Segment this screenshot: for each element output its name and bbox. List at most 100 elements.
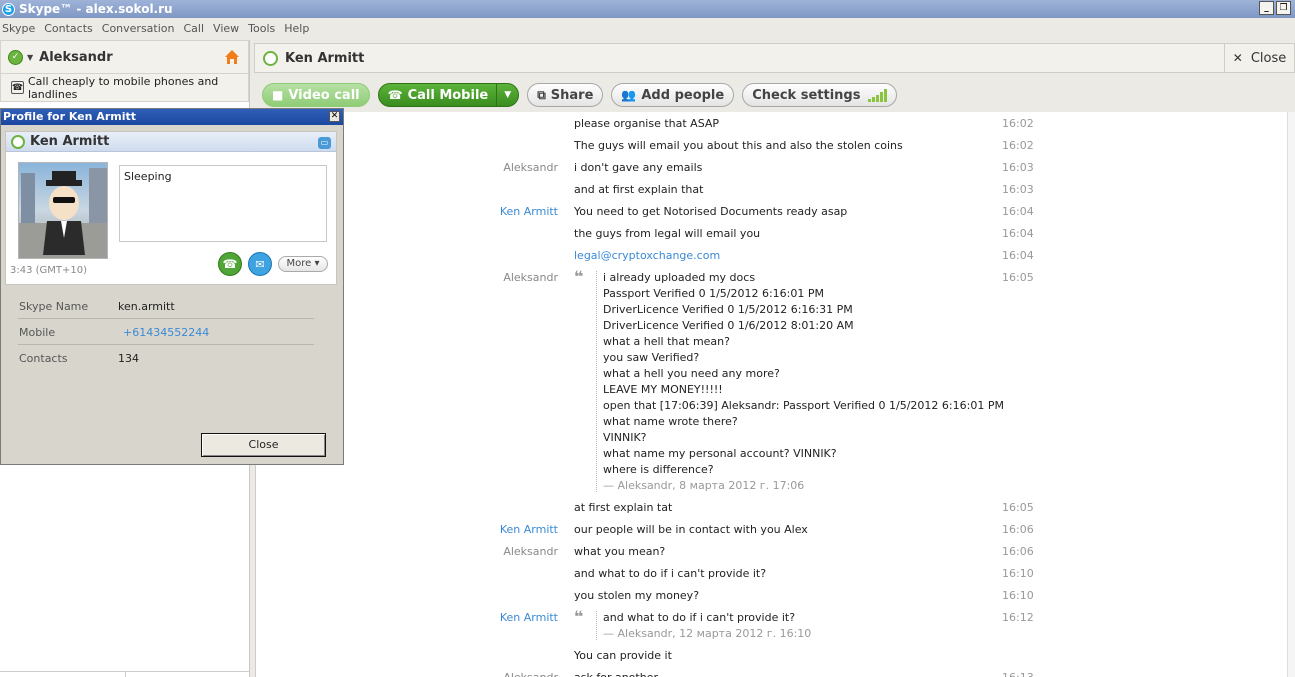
- mood-message: Sleeping: [119, 165, 327, 242]
- menu-bar: Skype Contacts Conversation Call View To…: [0, 18, 1295, 38]
- video-icon: ▭: [318, 137, 331, 149]
- quote-line: what a hell that mean?: [603, 335, 730, 348]
- message-timestamp: 16:06: [1002, 545, 1034, 558]
- message-timestamp: 16:10: [1002, 567, 1034, 580]
- chat-history[interactable]: please organise that ASAP 16:02 The guys w…: [255, 112, 1287, 677]
- message-timestamp: 16:13: [1002, 671, 1034, 677]
- chat-message: You can provide it: [256, 649, 1287, 671]
- online-status-icon[interactable]: ✓: [8, 49, 23, 65]
- skype-name-value: ken.armitt: [118, 300, 175, 313]
- quote-line: where is difference?: [603, 463, 714, 476]
- phone-icon: ☎: [387, 88, 403, 102]
- chat-message: Aleksandr what you mean? 16:06: [256, 545, 1287, 567]
- message-text: our people will be in contact with you A…: [574, 523, 808, 536]
- close-conversation-button[interactable]: ✕ Close: [1224, 43, 1294, 73]
- phone-icon: ☎: [11, 81, 24, 94]
- message-timestamp: 16:05: [1002, 271, 1034, 284]
- share-button[interactable]: ⧉ Share: [527, 83, 604, 107]
- window-title-bar: S Skype™ - alex.sokol.ru _ ❐: [0, 0, 1295, 18]
- profile-contact-name: Ken Armitt: [30, 134, 110, 149]
- skype-name-row: Skype Name ken.armitt: [18, 293, 314, 319]
- call-phones-link[interactable]: ☎ Call cheaply to mobile phones and land…: [0, 74, 249, 102]
- quote-line: DriverLicence Verified 0 1/6/2012 8:01:2…: [603, 319, 854, 332]
- quote-icon: ❝: [574, 267, 584, 286]
- chat-scrollbar[interactable]: [1287, 112, 1295, 677]
- message-sender[interactable]: Ken Armitt: [500, 205, 558, 218]
- share-icon: ⧉: [537, 87, 546, 102]
- contact-tabs-divider: [0, 671, 249, 677]
- contact-status-icon: [263, 50, 278, 66]
- message-text: i don't gave any emails: [574, 161, 703, 174]
- menu-view[interactable]: View: [213, 22, 239, 35]
- contacts-row: Contacts 134: [18, 345, 314, 371]
- quote-line: LEAVE MY MONEY!!!!!: [603, 383, 723, 396]
- mobile-number-link[interactable]: +61434552244: [123, 326, 209, 339]
- chat-button[interactable]: ✉: [248, 252, 272, 276]
- profile-window: Profile for Ken Armitt ✕ Ken Armitt ▭ Sl…: [0, 108, 344, 465]
- quote-line: and what to do if i can't provide it?: [603, 611, 796, 624]
- chat-message: you stolen my money? 16:10: [256, 589, 1287, 611]
- menu-skype[interactable]: Skype: [2, 22, 35, 35]
- message-sender[interactable]: Ken Armitt: [500, 523, 558, 536]
- message-timestamp: 16:04: [1002, 205, 1034, 218]
- chat-message: The guys will email you about this and a…: [256, 139, 1287, 161]
- email-link[interactable]: legal@cryptoxchange.com: [574, 249, 720, 262]
- menu-call[interactable]: Call: [184, 22, 205, 35]
- message-timestamp: 16:05: [1002, 501, 1034, 514]
- message-text: you stolen my money?: [574, 589, 700, 602]
- message-timestamp: 16:02: [1002, 139, 1034, 152]
- contact-status-icon: [11, 134, 25, 149]
- message-sender[interactable]: Aleksandr: [503, 545, 558, 558]
- quote-line: what name wrote there?: [603, 415, 738, 428]
- more-label: More: [286, 258, 312, 269]
- minimize-button[interactable]: _: [1259, 1, 1274, 15]
- menu-help[interactable]: Help: [284, 22, 309, 35]
- message-text: ask for another: [574, 671, 658, 677]
- home-icon[interactable]: [224, 49, 240, 65]
- promo-text: Call cheaply to mobile phones and landli…: [28, 74, 219, 101]
- chevron-down-icon[interactable]: ▼: [27, 53, 33, 62]
- quote-line: open that [17:06:39] Aleksandr: Passport…: [603, 399, 1004, 412]
- more-button[interactable]: More ▾: [278, 256, 328, 272]
- quote-line: VINNIK?: [603, 431, 647, 444]
- message-sender[interactable]: Aleksandr: [503, 271, 558, 284]
- message-timestamp: 16:04: [1002, 227, 1034, 240]
- call-button[interactable]: ☎: [218, 252, 242, 276]
- menu-contacts[interactable]: Contacts: [44, 22, 93, 35]
- video-call-button[interactable]: ■ Video call: [262, 83, 370, 107]
- message-text: The guys will email you about this and a…: [574, 139, 903, 152]
- chat-message: and at first explain that 16:03: [256, 183, 1287, 205]
- profile-close-button[interactable]: Close: [201, 433, 326, 457]
- video-call-label: Video call: [288, 87, 360, 103]
- message-text: at first explain tat: [574, 501, 673, 514]
- chat-message: at first explain tat 16:05: [256, 501, 1287, 523]
- call-mobile-button[interactable]: ☎ Call Mobile ▼: [377, 83, 520, 107]
- chevron-down-icon[interactable]: ▼: [496, 84, 518, 106]
- chat-message: the guys from legal will email you 16:04: [256, 227, 1287, 249]
- message-text: please organise that ASAP: [574, 117, 720, 130]
- message-timestamp: 16:03: [1002, 183, 1034, 196]
- message-text: the guys from legal will email you: [574, 227, 761, 240]
- menu-conversation[interactable]: Conversation: [102, 22, 175, 35]
- mobile-label: Mobile: [19, 326, 56, 339]
- profile-info: Skype Name ken.armitt Mobile +6143455224…: [18, 293, 314, 371]
- user-status-row[interactable]: ✓ ▼ Aleksandr: [0, 40, 249, 74]
- quote-icon: ❝: [574, 607, 584, 626]
- video-camera-icon: ■: [272, 88, 284, 102]
- menu-tools[interactable]: Tools: [248, 22, 275, 35]
- message-text: and at first explain that: [574, 183, 704, 196]
- chat-message: Ken Armitt You need to get Notorised Docu…: [256, 205, 1287, 227]
- close-icon[interactable]: ✕: [329, 111, 340, 122]
- message-timestamp: 16:02: [1002, 117, 1034, 130]
- message-timestamp: 16:10: [1002, 589, 1034, 602]
- restore-button[interactable]: ❐: [1276, 1, 1291, 15]
- quote-line: DriverLicence Verified 0 1/5/2012 6:16:3…: [603, 303, 853, 316]
- check-settings-button[interactable]: Check settings: [742, 83, 898, 107]
- add-people-button[interactable]: 👥 Add people: [611, 83, 735, 107]
- contacts-value: 134: [118, 352, 139, 365]
- conversation-toolbar: ■ Video call ☎ Call Mobile ▼ ⧉ Share 👥 A…: [254, 80, 1295, 110]
- chat-message: Aleksandr i don't gave any emails 16:03: [256, 161, 1287, 183]
- message-sender[interactable]: Ken Armitt: [500, 611, 558, 624]
- message-sender[interactable]: Aleksandr: [503, 161, 558, 174]
- message-sender[interactable]: Aleksandr: [503, 671, 558, 677]
